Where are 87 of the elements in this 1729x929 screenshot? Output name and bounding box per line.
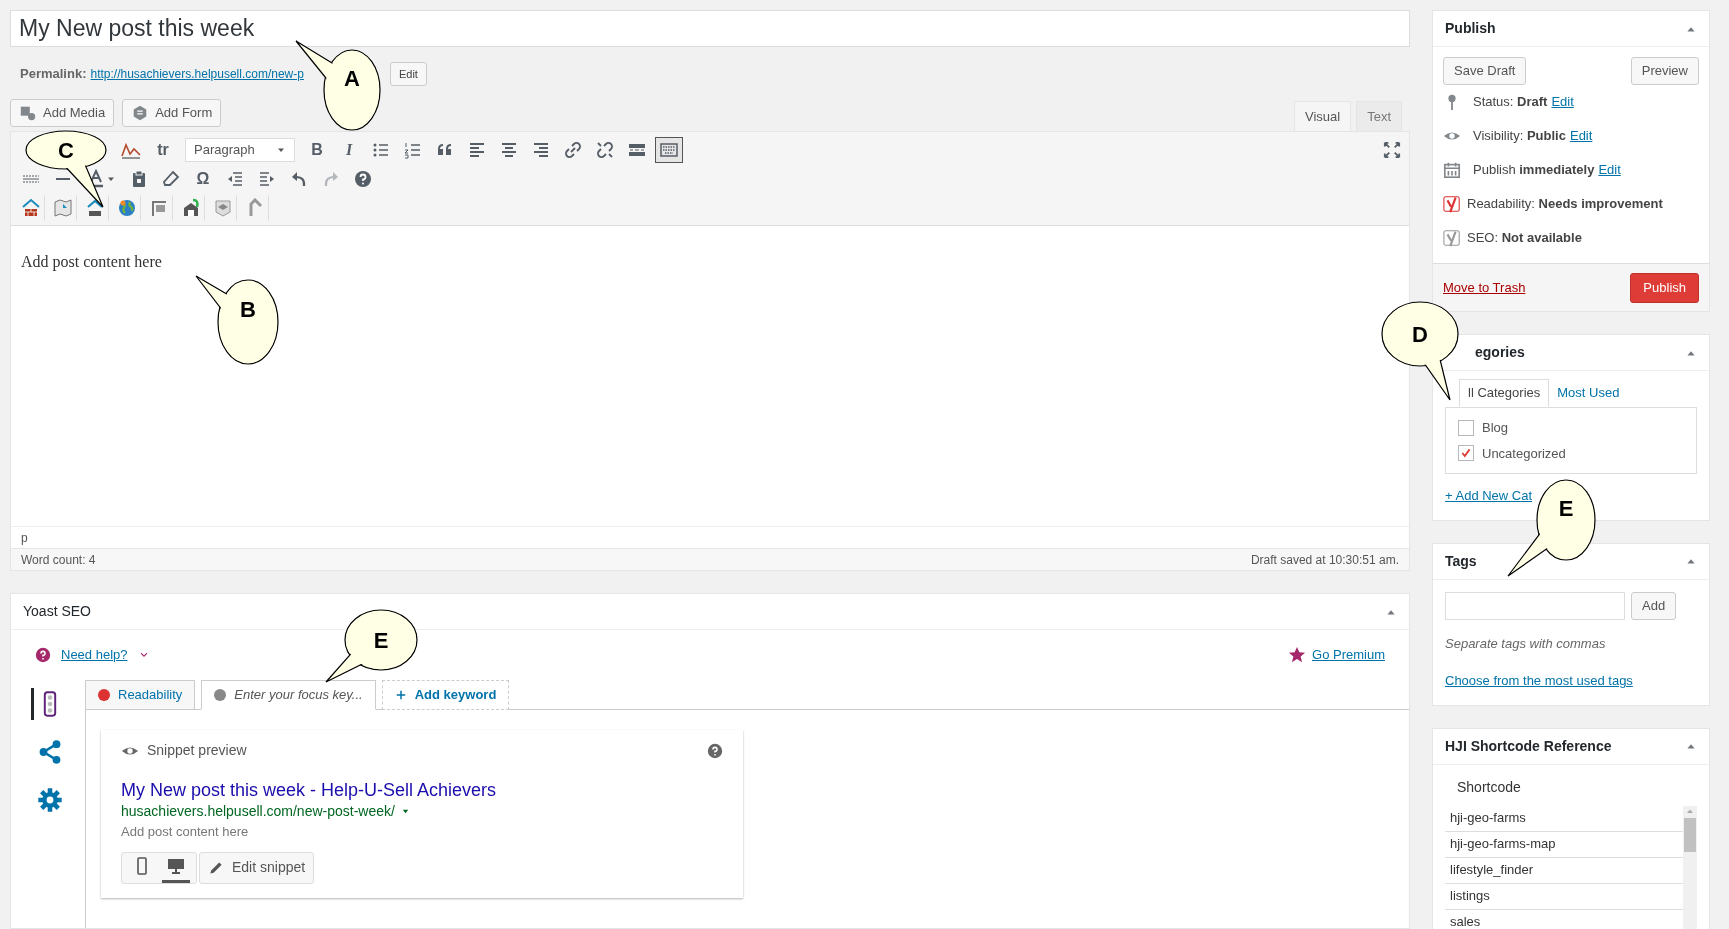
globe-icon <box>117 197 137 218</box>
horizontal-line-icon <box>55 177 71 180</box>
status-text: Status: Draft <box>1473 93 1548 112</box>
status-text: Visibility: Public <box>1473 127 1566 146</box>
trash-link[interactable]: Move to Trash <box>1443 277 1526 298</box>
unlink-icon <box>595 139 615 160</box>
caret-icon[interactable] <box>400 807 410 816</box>
save-draft-button[interactable]: Save Draft <box>1443 57 1527 85</box>
scroll-thumb[interactable] <box>1684 817 1696 852</box>
status-text: Publish immediately <box>1473 161 1595 180</box>
checkbox[interactable] <box>1458 445 1474 462</box>
hint-text: Separate tags with commas <box>1445 634 1607 653</box>
link-icon <box>563 139 583 160</box>
calendar-icon <box>1443 161 1461 179</box>
category-label: Uncategorized <box>1482 444 1566 463</box>
translate-button[interactable]: tr <box>149 136 177 163</box>
italic-button[interactable]: I <box>335 136 363 163</box>
callout-tooltip: C <box>25 130 107 208</box>
word-count: Word count: 4 <box>21 551 96 569</box>
publish-button[interactable]: Publish <box>1630 272 1699 303</box>
check-icon <box>1460 447 1472 460</box>
edit-link[interactable]: Edit <box>1551 92 1574 112</box>
analysis-tab[interactable]: Add keyword <box>381 680 510 710</box>
fullscreen-icon[interactable] <box>1383 141 1401 159</box>
callout-tooltip: E <box>325 609 418 683</box>
help-icon[interactable] <box>707 742 723 759</box>
tags-link[interactable]: Choose from the most used tags <box>1445 671 1697 691</box>
panel-title: Publish <box>1445 19 1496 38</box>
check-mark-icon <box>1443 229 1461 247</box>
status-text: SEO: Not available <box>1467 229 1582 248</box>
edit-link[interactable]: Edit <box>1598 160 1621 180</box>
editor-tab[interactable]: Visual <box>1293 101 1352 131</box>
add-button[interactable]: Add Media <box>10 99 115 127</box>
panel-title: HJI Shortcode Reference <box>1445 736 1612 756</box>
analysis-tab[interactable]: Readability <box>85 680 196 710</box>
format-dropdown[interactable]: Paragraph <box>185 137 295 162</box>
scrollbar[interactable] <box>1683 805 1697 929</box>
snippet-heading: Snippet preview <box>147 741 247 760</box>
edit-link[interactable]: Edit <box>1569 126 1593 146</box>
snippet-title: My New post this week - Help-U-Sell Achievers <box>121 779 498 801</box>
house-roof-icon <box>85 197 105 218</box>
eraser-icon <box>161 168 181 189</box>
panel-title: Tags <box>1445 551 1477 571</box>
title-field[interactable]: My New post this week <box>10 10 1410 47</box>
checkbox[interactable] <box>1458 419 1474 436</box>
category-tab[interactable]: Most Used <box>1549 379 1628 407</box>
add-tag-button[interactable]: Add <box>1631 591 1677 620</box>
preview-button[interactable]: Preview <box>1630 57 1699 85</box>
special-character-button[interactable]: Ω <box>189 165 217 192</box>
monitor-icon <box>166 856 186 876</box>
category-tab[interactable]: ll Categories <box>1459 379 1550 407</box>
permalink-link[interactable]: http://husachievers.helpusell.com/new-p <box>90 65 304 83</box>
media-icon <box>19 104 37 122</box>
category-label: Blog <box>1482 419 1509 437</box>
status-text: Readability: Needs improvement <box>1467 195 1663 214</box>
add-button[interactable]: Add Form <box>122 99 222 127</box>
barn-icon <box>181 197 201 218</box>
help-link[interactable]: Need help? <box>61 645 128 665</box>
star-icon <box>1288 646 1307 664</box>
plus-icon <box>394 689 407 701</box>
editor-tab[interactable]: Text <box>1356 101 1402 131</box>
panel-title: Yoast SEO <box>23 602 91 621</box>
help-icon <box>35 647 51 663</box>
tag-input[interactable] <box>1445 591 1625 620</box>
callout-tooltip: D <box>1381 301 1459 401</box>
snippet-description: Add post content here <box>121 823 250 841</box>
map-icon <box>53 197 73 218</box>
post-content: Add post content here <box>21 252 163 273</box>
premium-link[interactable]: Go Premium <box>1312 645 1385 665</box>
edit-snippet-button[interactable]: Edit snippet <box>199 851 315 884</box>
check-mark-icon <box>1443 195 1461 213</box>
toolbar-button[interactable] <box>655 136 683 163</box>
callout-tooltip: B <box>195 275 279 365</box>
element-path: p <box>21 529 28 547</box>
permalink-label: Permalink: <box>20 65 87 84</box>
edit-button[interactable]: Edit <box>389 62 427 86</box>
house-icon <box>21 197 41 218</box>
settings-icon <box>36 786 63 814</box>
badge-icon <box>213 197 233 218</box>
table-cell: hji-geo-farms <box>1445 805 1683 832</box>
draft-status: Draft saved at 10:30:51 am. <box>1250 551 1399 569</box>
analysis-tab[interactable]: Enter your focus key... <box>201 680 376 710</box>
help-icon <box>353 168 373 189</box>
snippet-url: husachievers.helpusell.com/new-post-week/ <box>121 802 395 821</box>
column-header: Shortcode <box>1456 777 1522 797</box>
bold-button[interactable]: B <box>303 136 331 163</box>
panel-title: egories <box>1474 343 1525 362</box>
